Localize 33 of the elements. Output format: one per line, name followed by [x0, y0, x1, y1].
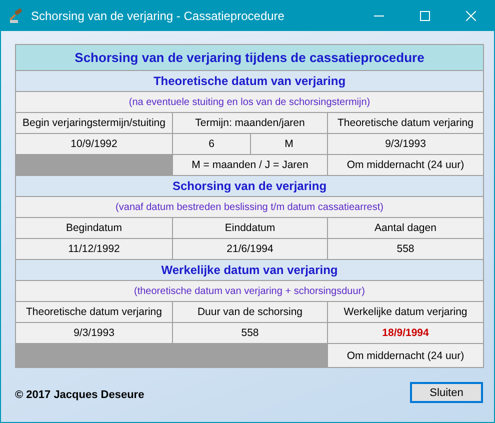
table-cell: Werkelijke datum verjaring: [328, 302, 483, 322]
section-heading: Werkelijke datum van verjaring: [16, 260, 483, 280]
section-subheading: (na eventuele stuiting en los van de schorsingstermijn): [16, 92, 483, 112]
table-title: Schorsing van de verjaring tijdens de cassatieprocedure: [16, 45, 483, 70]
table-cell: Om middernacht (24 uur): [328, 155, 483, 175]
table-cell: 558: [328, 239, 483, 259]
table-cell: 6: [173, 134, 250, 154]
table-cell: 11/12/1992: [16, 239, 172, 259]
gavel-icon: [9, 8, 25, 24]
section-heading: Theoretische datum van verjaring: [16, 71, 483, 91]
table-cell: 21/6/1994: [173, 239, 327, 259]
table-cell: Theoretische datum verjaring: [328, 113, 483, 133]
table-cell: M = maanden / J = Jaren: [173, 155, 327, 175]
table-cell: Einddatum: [173, 218, 327, 238]
table-cell: Theoretische datum verjaring: [16, 302, 172, 322]
table-cell: M: [251, 134, 327, 154]
table-cell: Begindatum: [16, 218, 172, 238]
table-cell: Aantal dagen: [328, 218, 483, 238]
section-subheading: (vanaf datum bestreden beslissing t/m datum cassatiearrest): [16, 197, 483, 217]
table-cell: Begin verjaringstermijn/stuiting: [16, 113, 172, 133]
copyright-text: © 2017 Jacques Deseure: [15, 389, 144, 401]
section-heading: Schorsing van de verjaring: [16, 176, 483, 196]
section-subheading: (theoretische datum van verjaring + schorsingsduur): [16, 281, 483, 301]
table-cell: 10/9/1992: [16, 134, 172, 154]
table-cell: Duur van de schorsing: [173, 302, 327, 322]
table-cell: 9/3/1993: [16, 323, 172, 343]
close-button[interactable]: Sluiten: [410, 382, 483, 403]
window-title: Schorsing van de verjaring - Cassatieprocedure: [31, 9, 286, 23]
result-cell: 18/9/1994: [328, 323, 483, 343]
table-cell: 558: [173, 323, 327, 343]
table-cell: Termijn: maanden/jaren: [173, 113, 327, 133]
table-cell: Om middernacht (24 uur): [328, 344, 483, 367]
table-cell: 9/3/1993: [328, 134, 483, 154]
